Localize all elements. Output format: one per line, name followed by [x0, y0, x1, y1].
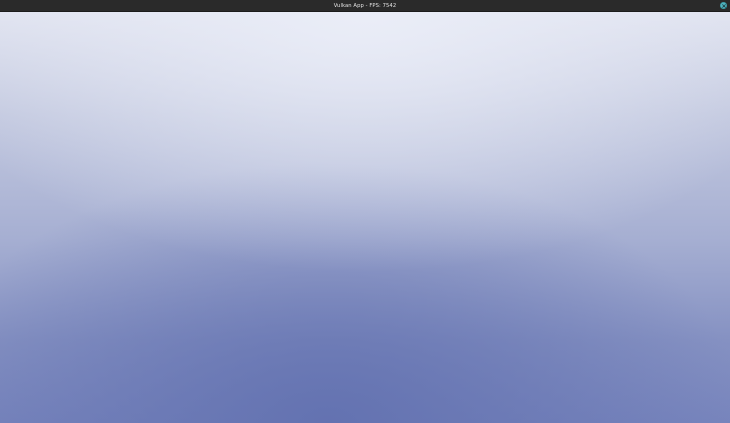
close-button[interactable]	[720, 2, 727, 9]
app-window: Vulkan App - FPS: 7542	[0, 0, 730, 423]
close-icon	[721, 3, 726, 8]
title-bar[interactable]: Vulkan App - FPS: 7542	[0, 0, 730, 12]
window-title: Vulkan App - FPS: 7542	[333, 3, 397, 9]
render-viewport[interactable]	[0, 12, 730, 423]
